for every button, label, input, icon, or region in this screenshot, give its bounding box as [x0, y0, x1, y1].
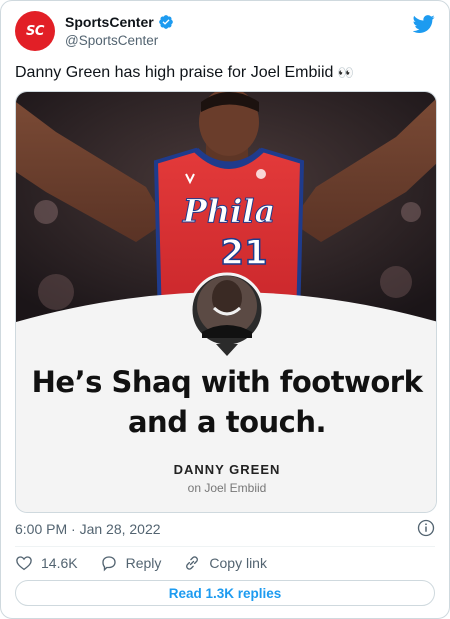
twitter-bird-icon[interactable]	[413, 13, 435, 35]
author-info[interactable]: SportsCenter @SportsCenter	[65, 14, 174, 48]
handle[interactable]: @SportsCenter	[65, 33, 174, 48]
display-name-text: SportsCenter	[65, 14, 154, 30]
reply-button[interactable]: Reply	[100, 554, 162, 572]
tweet-card: SC SportsCenter @SportsCenter Danny Gree…	[0, 0, 450, 619]
eyes-emoji: 👀	[337, 65, 356, 80]
info-icon[interactable]	[417, 519, 435, 537]
copy-link-label: Copy link	[209, 555, 267, 571]
attribution-subtitle: on Joel Embiid	[187, 481, 267, 495]
reply-label: Reply	[125, 555, 162, 571]
like-button[interactable]: 14.6K	[15, 554, 78, 572]
tweet-actions: 14.6K Reply Copy link	[15, 553, 289, 573]
tweet-timestamp[interactable]: 6:00 PM · Jan 28, 2022	[15, 521, 161, 537]
copy-link-button[interactable]: Copy link	[183, 554, 267, 572]
reply-icon	[101, 556, 116, 572]
like-count: 14.6K	[41, 555, 78, 571]
attribution-name: DANNY GREEN	[173, 462, 281, 477]
quote-card-background	[16, 272, 436, 512]
verified-badge-icon	[158, 15, 173, 29]
tweet-text: Danny Green has high praise for Joel Emb…	[15, 63, 355, 83]
tweet-text-body: Danny Green has high praise for Joel Emb…	[15, 64, 334, 82]
link-icon	[186, 556, 199, 570]
display-name[interactable]: SportsCenter	[65, 14, 174, 30]
tweet-media-image[interactable]: Phila 21 He’s Shaq with footwork and a t…	[15, 91, 437, 513]
heart-icon	[16, 556, 32, 571]
tweet-header: SC SportsCenter @SportsCenter	[15, 11, 435, 51]
read-replies-button[interactable]: Read 1.3K replies	[15, 580, 435, 606]
divider	[15, 546, 435, 547]
avatar[interactable]: SC	[15, 11, 55, 51]
avatar-logo-text: SC	[26, 23, 44, 39]
quote-text: He’s Shaq with footwork and a touch.	[31, 365, 423, 439]
